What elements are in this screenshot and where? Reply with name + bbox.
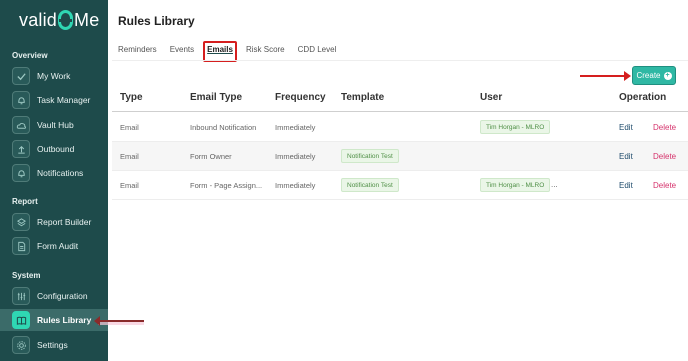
sidebar-item-label: Settings	[37, 340, 68, 350]
edit-link[interactable]: Edit	[619, 181, 633, 190]
tab-events[interactable]: Events	[170, 43, 194, 56]
tab-cdd-level[interactable]: CDD Level	[298, 43, 337, 56]
bell-icon	[12, 164, 30, 182]
cell-type: Email	[120, 152, 139, 161]
sidebar-item-settings[interactable]: Settings	[0, 334, 108, 356]
cell-frequency: Immediately	[275, 152, 316, 161]
cell-frequency: Immediately	[275, 181, 316, 190]
delete-link[interactable]: Delete	[653, 181, 676, 190]
sidebar-item-label: Notifications	[37, 168, 84, 178]
cell-frequency: Immediately	[275, 123, 316, 132]
sidebar-item-label: Vault Hub	[37, 120, 74, 130]
cell-type: Email	[120, 123, 139, 132]
column-header-operation: Operation	[619, 92, 667, 103]
sidebar-item-outbound[interactable]: Outbound	[0, 138, 108, 160]
edit-link[interactable]: Edit	[619, 123, 633, 132]
book-icon	[12, 311, 30, 329]
layers-icon	[12, 213, 30, 231]
section-heading-report: Report	[12, 197, 38, 206]
table-header: Type Email Type Frequency Template User …	[112, 88, 688, 112]
plus-circle-icon: +	[663, 71, 672, 80]
sidebar-item-label: Task Manager	[37, 95, 91, 105]
table-row: Email Inbound Notification Immediately T…	[112, 113, 688, 142]
logo-ring-icon	[58, 10, 74, 30]
user-tag: Tim Horgan - MLRO	[480, 178, 551, 192]
sidebar-item-form-audit[interactable]: Form Audit	[0, 235, 108, 257]
section-heading-system: System	[12, 271, 41, 280]
sidebar-item-vault-hub[interactable]: Vault Hub	[0, 114, 108, 136]
sidebar-item-label: Rules Library	[37, 315, 92, 325]
column-header-type[interactable]: Type	[120, 92, 143, 103]
delete-link[interactable]: Delete	[653, 123, 676, 132]
column-header-email-type[interactable]: Email Type	[190, 92, 242, 103]
sidebar: valid Me Overview My Work Task Manager V…	[0, 0, 108, 361]
upload-icon	[12, 140, 30, 158]
section-heading-overview: Overview	[12, 51, 48, 60]
cell-email-type: Form Owner	[190, 152, 232, 161]
column-header-frequency[interactable]: Frequency	[275, 92, 326, 103]
annotation-arrow-rules-library	[94, 316, 144, 326]
create-button[interactable]: Create +	[632, 66, 676, 85]
delete-link[interactable]: Delete	[653, 152, 676, 161]
gear-icon	[12, 336, 30, 354]
tab-risk-score[interactable]: Risk Score	[246, 43, 285, 56]
sidebar-item-configuration[interactable]: Configuration	[0, 285, 108, 307]
tab-reminders[interactable]: Reminders	[118, 43, 157, 56]
user-tag: Tim Horgan - MLRO	[480, 120, 551, 134]
logo-text-part1: valid	[19, 9, 58, 30]
cell-email-type: Inbound Notification	[190, 123, 257, 132]
template-tag: Notification Test	[341, 178, 399, 192]
tabs-divider	[112, 60, 688, 61]
sidebar-item-report-builder[interactable]: Report Builder	[0, 211, 108, 233]
edit-link[interactable]: Edit	[619, 152, 633, 161]
sidebar-item-label: Configuration	[37, 291, 88, 301]
page-title: Rules Library	[118, 14, 195, 28]
column-header-user[interactable]: User	[480, 92, 502, 103]
create-button-label: Create	[636, 71, 661, 80]
sidebar-item-notifications[interactable]: Notifications	[0, 162, 108, 184]
sidebar-item-task-manager[interactable]: Task Manager	[0, 89, 108, 111]
app-logo[interactable]: valid Me	[19, 8, 99, 32]
template-tag: Notification Test	[341, 149, 399, 163]
document-icon	[12, 237, 30, 255]
annotation-highlight-emails-tab	[203, 41, 237, 62]
sidebar-item-label: Report Builder	[37, 217, 92, 227]
column-header-template[interactable]: Template	[341, 92, 384, 103]
sidebar-item-label: Form Audit	[37, 241, 79, 251]
sidebar-item-rules-library[interactable]: Rules Library	[0, 309, 108, 331]
table-row: Email Form Owner Immediately Notificatio…	[112, 142, 688, 171]
bell-icon	[12, 91, 30, 109]
sidebar-item-my-work[interactable]: My Work	[0, 65, 108, 87]
logo-text-part2: Me	[74, 9, 100, 30]
annotation-glow	[98, 322, 144, 325]
more-users-ellipsis[interactable]: ...	[551, 180, 558, 189]
check-icon	[12, 67, 30, 85]
cell-email-type: Form - Page Assign...	[190, 181, 263, 190]
sidebar-item-label: My Work	[37, 71, 71, 81]
cloud-icon	[12, 116, 30, 134]
cell-type: Email	[120, 181, 139, 190]
annotation-arrow-create	[580, 71, 631, 81]
table-row: Email Form - Page Assign... Immediately …	[112, 171, 688, 200]
sidebar-item-label: Outbound	[37, 144, 75, 154]
sliders-icon	[12, 287, 30, 305]
